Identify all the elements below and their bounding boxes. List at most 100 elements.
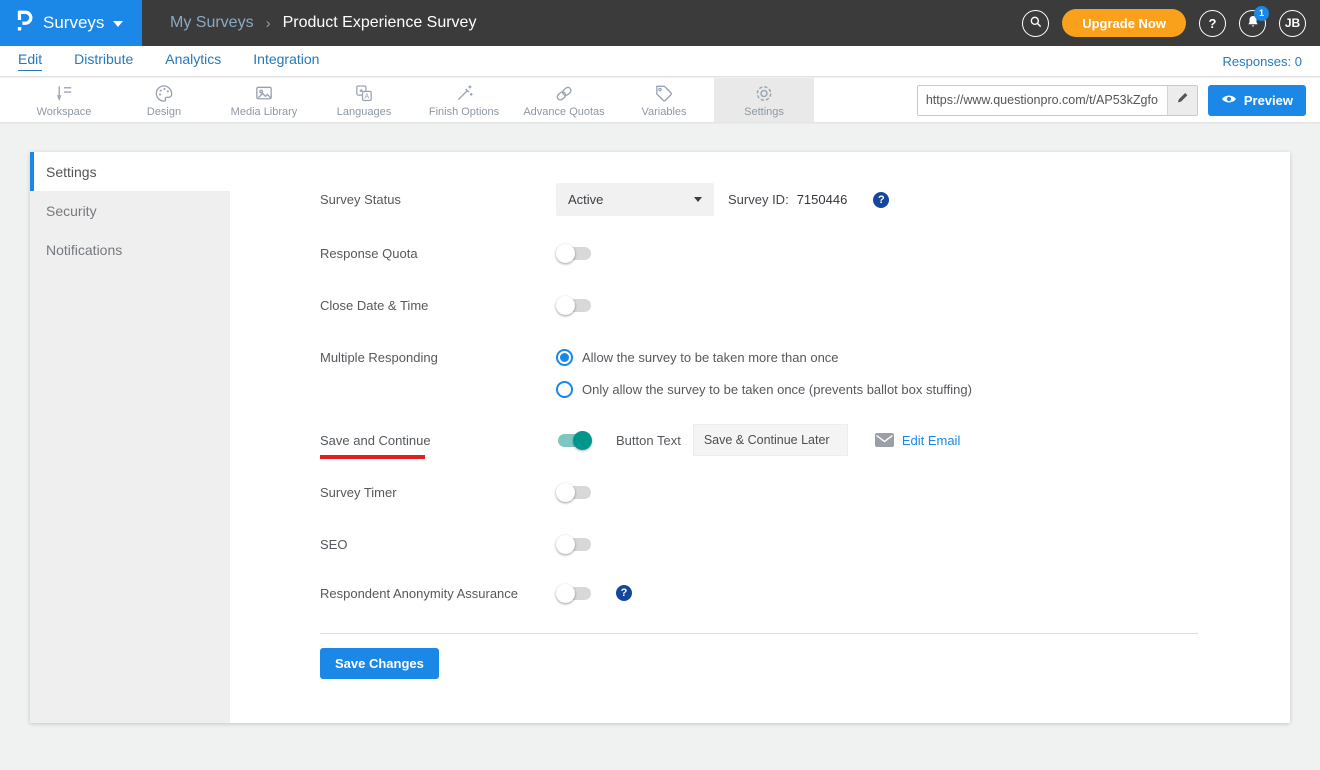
form-divider xyxy=(320,633,1198,634)
tab-analytics[interactable]: Analytics xyxy=(165,51,221,71)
survey-status-select[interactable]: Active xyxy=(556,183,714,216)
toolbar-label: Languages xyxy=(337,106,391,118)
sidebar-item-settings[interactable]: Settings xyxy=(30,152,230,191)
nav-tabs: Edit Distribute Analytics Integration xyxy=(18,51,319,71)
survey-url-box xyxy=(917,85,1198,116)
user-avatar[interactable]: JB xyxy=(1279,10,1306,37)
breadcrumb-separator: › xyxy=(266,15,271,32)
radio-allow-multiple[interactable] xyxy=(556,349,573,366)
response-quota-toggle[interactable] xyxy=(556,243,592,263)
tag-icon xyxy=(653,83,675,104)
header-actions: Upgrade Now ? 1 JB xyxy=(1022,9,1320,37)
button-text-label: Button Text xyxy=(616,433,681,448)
design-palette-icon xyxy=(153,83,175,104)
edit-url-button[interactable] xyxy=(1167,86,1197,115)
chain-links-icon xyxy=(553,83,575,104)
survey-status-value: Active xyxy=(568,192,603,207)
anonymity-row: Respondent Anonymity Assurance ? xyxy=(320,577,1270,609)
anonymity-label: Respondent Anonymity Assurance xyxy=(320,586,556,601)
survey-timer-row: Survey Timer xyxy=(320,476,1270,508)
radio-only-once-label: Only allow the survey to be taken once (… xyxy=(582,382,972,397)
edit-toolbar: Workspace Design Medi xyxy=(0,78,1320,122)
seo-label: SEO xyxy=(320,537,556,552)
settings-card: Settings Security Notifications Survey S… xyxy=(30,152,1290,723)
survey-timer-label: Survey Timer xyxy=(320,485,556,500)
close-date-row: Close Date & Time xyxy=(320,289,1270,321)
settings-sidebar: Settings Security Notifications xyxy=(30,152,230,723)
toolbar-item-languages[interactable]: ★ A Languages xyxy=(314,78,414,122)
save-continue-label: Save and Continue xyxy=(320,433,431,448)
help-button[interactable]: ? xyxy=(1199,10,1226,37)
settings-panel: Survey Status Active Survey ID: 7150446 … xyxy=(230,152,1290,723)
anonymity-toggle[interactable] xyxy=(556,583,592,603)
sidebar-item-notifications[interactable]: Notifications xyxy=(30,230,230,269)
eye-icon xyxy=(1221,93,1237,108)
toolbar-item-finish-options[interactable]: Finish Options xyxy=(414,78,514,122)
toolbar-label: Finish Options xyxy=(429,106,499,118)
survey-nav: Edit Distribute Analytics Integration Re… xyxy=(0,46,1320,77)
product-switcher[interactable]: Surveys xyxy=(0,0,142,46)
save-changes-button[interactable]: Save Changes xyxy=(320,648,439,679)
search-icon xyxy=(1029,15,1043,32)
upgrade-now-button[interactable]: Upgrade Now xyxy=(1062,9,1186,37)
preview-button[interactable]: Preview xyxy=(1208,85,1306,116)
questionpro-app: Surveys My Surveys › Product Experience … xyxy=(0,0,1320,770)
toolbar-label: Design xyxy=(147,106,181,118)
toolbar-item-advance-quotas[interactable]: Advance Quotas xyxy=(514,78,614,122)
survey-timer-toggle[interactable] xyxy=(556,482,592,502)
breadcrumb-survey-title: Product Experience Survey xyxy=(283,14,477,32)
media-image-icon xyxy=(253,83,275,104)
toolbar-item-workspace[interactable]: Workspace xyxy=(14,78,114,122)
svg-text:A: A xyxy=(364,92,369,100)
close-date-label: Close Date & Time xyxy=(320,298,556,313)
survey-status-label: Survey Status xyxy=(320,192,556,207)
save-continue-row: Save and Continue Button Text Edit Email xyxy=(320,424,1270,456)
survey-id-label: Survey ID: xyxy=(728,192,789,207)
toolbar-label: Media Library xyxy=(231,106,298,118)
toolbar-item-design[interactable]: Design xyxy=(114,78,214,122)
toolbar-item-media-library[interactable]: Media Library xyxy=(214,78,314,122)
translate-icon: ★ A xyxy=(353,83,375,104)
tab-edit[interactable]: Edit xyxy=(18,51,42,71)
seo-toggle[interactable] xyxy=(556,534,592,554)
magic-wand-icon xyxy=(453,83,475,104)
toolbar-label: Variables xyxy=(641,106,686,118)
radio-allow-multiple-label: Allow the survey to be taken more than o… xyxy=(582,350,839,365)
button-text-input[interactable] xyxy=(693,424,848,456)
seo-row: SEO xyxy=(320,528,1270,560)
chevron-down-icon xyxy=(113,21,123,27)
breadcrumb: My Surveys › Product Experience Survey xyxy=(170,14,476,32)
top-header: Surveys My Surveys › Product Experience … xyxy=(0,0,1320,46)
tab-distribute[interactable]: Distribute xyxy=(74,51,133,71)
save-continue-toggle[interactable] xyxy=(556,430,592,450)
tab-integration[interactable]: Integration xyxy=(253,51,319,71)
multiple-responding-row: Multiple Responding Allow the survey to … xyxy=(320,341,1270,373)
search-button[interactable] xyxy=(1022,10,1049,37)
radio-only-once[interactable] xyxy=(556,381,573,398)
toolbar-right: Preview xyxy=(917,78,1320,122)
survey-status-row: Survey Status Active Survey ID: 7150446 … xyxy=(320,183,1270,216)
toolbar-item-settings[interactable]: Settings xyxy=(714,78,814,122)
toolbar-label: Settings xyxy=(744,106,784,118)
anonymity-help-icon[interactable]: ? xyxy=(616,585,632,601)
toolbar-item-variables[interactable]: Variables xyxy=(614,78,714,122)
breadcrumb-my-surveys[interactable]: My Surveys xyxy=(170,14,254,32)
survey-id-help-icon[interactable]: ? xyxy=(873,192,889,208)
gear-icon xyxy=(753,83,775,104)
preview-label: Preview xyxy=(1244,93,1293,108)
save-continue-highlight xyxy=(320,455,425,459)
notifications-button[interactable]: 1 xyxy=(1239,10,1266,37)
response-quota-row: Response Quota xyxy=(320,237,1270,269)
questionpro-logo-icon xyxy=(14,8,34,38)
sidebar-item-security[interactable]: Security xyxy=(30,191,230,230)
survey-url-input[interactable] xyxy=(918,86,1167,115)
product-name: Surveys xyxy=(43,13,104,33)
close-date-toggle[interactable] xyxy=(556,295,592,315)
responses-count[interactable]: Responses: 0 xyxy=(1223,54,1303,69)
edit-email-link[interactable]: Edit Email xyxy=(902,433,961,448)
response-quota-label: Response Quota xyxy=(320,246,556,261)
email-icon xyxy=(875,433,894,447)
multiple-responding-row-2: Only allow the survey to be taken once (… xyxy=(320,373,1270,405)
pencil-icon xyxy=(1175,90,1190,110)
toolbar-label: Workspace xyxy=(37,106,92,118)
